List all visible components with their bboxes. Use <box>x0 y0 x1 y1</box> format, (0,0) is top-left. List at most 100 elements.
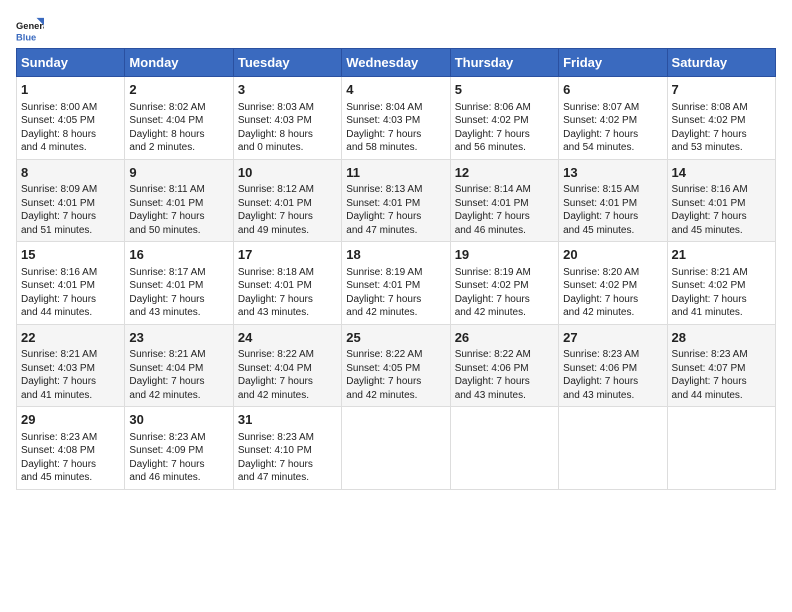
cell-line: Sunrise: 8:23 AM <box>563 348 662 362</box>
cell-line: Daylight: 7 hours <box>455 210 554 224</box>
day-number: 2 <box>129 81 228 99</box>
cell-line: Daylight: 7 hours <box>672 293 771 307</box>
cell-line: and 44 minutes. <box>672 389 771 403</box>
calendar-cell <box>450 407 558 490</box>
cell-line: Daylight: 7 hours <box>238 375 337 389</box>
calendar-cell: 20Sunrise: 8:20 AMSunset: 4:02 PMDayligh… <box>559 242 667 325</box>
col-header-tuesday: Tuesday <box>233 49 341 77</box>
cell-line: Sunset: 4:02 PM <box>563 279 662 293</box>
cell-line: and 53 minutes. <box>672 141 771 155</box>
day-number: 23 <box>129 329 228 347</box>
cell-line: Sunrise: 8:11 AM <box>129 183 228 197</box>
cell-line: Sunset: 4:01 PM <box>21 279 120 293</box>
cell-line: Sunrise: 8:23 AM <box>129 431 228 445</box>
day-number: 12 <box>455 164 554 182</box>
cell-line: and 43 minutes. <box>563 389 662 403</box>
calendar-cell <box>559 407 667 490</box>
cell-line: and 45 minutes. <box>672 224 771 238</box>
cell-line: Daylight: 8 hours <box>129 128 228 142</box>
calendar-cell: 17Sunrise: 8:18 AMSunset: 4:01 PMDayligh… <box>233 242 341 325</box>
cell-line: Daylight: 7 hours <box>563 128 662 142</box>
day-number: 26 <box>455 329 554 347</box>
cell-line: and 42 minutes. <box>129 389 228 403</box>
calendar-cell: 7Sunrise: 8:08 AMSunset: 4:02 PMDaylight… <box>667 77 775 160</box>
cell-line: Daylight: 7 hours <box>455 375 554 389</box>
day-number: 8 <box>21 164 120 182</box>
cell-line: and 42 minutes. <box>238 389 337 403</box>
cell-line: Daylight: 7 hours <box>129 210 228 224</box>
cell-line: Sunrise: 8:08 AM <box>672 101 771 115</box>
cell-line: Sunset: 4:01 PM <box>238 279 337 293</box>
cell-line: and 46 minutes. <box>455 224 554 238</box>
calendar-cell: 13Sunrise: 8:15 AMSunset: 4:01 PMDayligh… <box>559 159 667 242</box>
cell-line: Sunset: 4:02 PM <box>455 279 554 293</box>
cell-line: Sunset: 4:04 PM <box>129 114 228 128</box>
cell-line: Sunrise: 8:23 AM <box>21 431 120 445</box>
cell-line: and 47 minutes. <box>238 471 337 485</box>
cell-line: Sunrise: 8:03 AM <box>238 101 337 115</box>
cell-line: and 44 minutes. <box>21 306 120 320</box>
day-number: 17 <box>238 246 337 264</box>
cell-line: Sunset: 4:08 PM <box>21 444 120 458</box>
cell-line: and 49 minutes. <box>238 224 337 238</box>
cell-line: Sunset: 4:02 PM <box>672 279 771 293</box>
week-row-1: 1Sunrise: 8:00 AMSunset: 4:05 PMDaylight… <box>17 77 776 160</box>
cell-line: Daylight: 7 hours <box>129 375 228 389</box>
cell-line: and 54 minutes. <box>563 141 662 155</box>
cell-line: Daylight: 7 hours <box>346 210 445 224</box>
cell-line: Sunrise: 8:13 AM <box>346 183 445 197</box>
week-row-4: 22Sunrise: 8:21 AMSunset: 4:03 PMDayligh… <box>17 324 776 407</box>
day-number: 29 <box>21 411 120 429</box>
cell-line: and 42 minutes. <box>346 389 445 403</box>
cell-line: Sunrise: 8:21 AM <box>672 266 771 280</box>
cell-line: Sunrise: 8:12 AM <box>238 183 337 197</box>
day-number: 15 <box>21 246 120 264</box>
cell-line: Daylight: 7 hours <box>238 293 337 307</box>
cell-line: Sunrise: 8:20 AM <box>563 266 662 280</box>
page-header: General Blue <box>16 16 776 44</box>
cell-line: Sunset: 4:06 PM <box>563 362 662 376</box>
cell-line: Sunrise: 8:07 AM <box>563 101 662 115</box>
cell-line: and 42 minutes. <box>346 306 445 320</box>
cell-line: Sunrise: 8:23 AM <box>672 348 771 362</box>
cell-line: Sunrise: 8:16 AM <box>672 183 771 197</box>
cell-line: Daylight: 7 hours <box>21 210 120 224</box>
cell-line: Daylight: 7 hours <box>129 293 228 307</box>
cell-line: Sunset: 4:01 PM <box>238 197 337 211</box>
calendar-table: SundayMondayTuesdayWednesdayThursdayFrid… <box>16 48 776 490</box>
calendar-cell: 22Sunrise: 8:21 AMSunset: 4:03 PMDayligh… <box>17 324 125 407</box>
cell-line: Sunrise: 8:22 AM <box>346 348 445 362</box>
cell-line: Daylight: 7 hours <box>455 293 554 307</box>
calendar-cell: 2Sunrise: 8:02 AMSunset: 4:04 PMDaylight… <box>125 77 233 160</box>
cell-line: Sunrise: 8:06 AM <box>455 101 554 115</box>
cell-line: Daylight: 7 hours <box>238 210 337 224</box>
calendar-cell: 23Sunrise: 8:21 AMSunset: 4:04 PMDayligh… <box>125 324 233 407</box>
cell-line: and 45 minutes. <box>563 224 662 238</box>
cell-line: Daylight: 7 hours <box>563 375 662 389</box>
col-header-saturday: Saturday <box>667 49 775 77</box>
cell-line: Sunset: 4:05 PM <box>21 114 120 128</box>
day-number: 7 <box>672 81 771 99</box>
day-number: 24 <box>238 329 337 347</box>
cell-line: Sunset: 4:02 PM <box>455 114 554 128</box>
day-number: 13 <box>563 164 662 182</box>
calendar-cell: 8Sunrise: 8:09 AMSunset: 4:01 PMDaylight… <box>17 159 125 242</box>
calendar-cell: 25Sunrise: 8:22 AMSunset: 4:05 PMDayligh… <box>342 324 450 407</box>
cell-line: Daylight: 7 hours <box>346 293 445 307</box>
cell-line: Daylight: 8 hours <box>21 128 120 142</box>
day-number: 9 <box>129 164 228 182</box>
cell-line: Sunrise: 8:19 AM <box>455 266 554 280</box>
svg-text:General: General <box>16 21 44 31</box>
day-number: 18 <box>346 246 445 264</box>
cell-line: and 51 minutes. <box>21 224 120 238</box>
calendar-cell: 16Sunrise: 8:17 AMSunset: 4:01 PMDayligh… <box>125 242 233 325</box>
col-header-monday: Monday <box>125 49 233 77</box>
cell-line: Daylight: 7 hours <box>21 375 120 389</box>
cell-line: Daylight: 7 hours <box>455 128 554 142</box>
cell-line: Sunset: 4:09 PM <box>129 444 228 458</box>
logo-icon: General Blue <box>16 16 44 44</box>
calendar-cell: 1Sunrise: 8:00 AMSunset: 4:05 PMDaylight… <box>17 77 125 160</box>
cell-line: and 41 minutes. <box>21 389 120 403</box>
calendar-cell: 31Sunrise: 8:23 AMSunset: 4:10 PMDayligh… <box>233 407 341 490</box>
cell-line: Sunset: 4:05 PM <box>346 362 445 376</box>
